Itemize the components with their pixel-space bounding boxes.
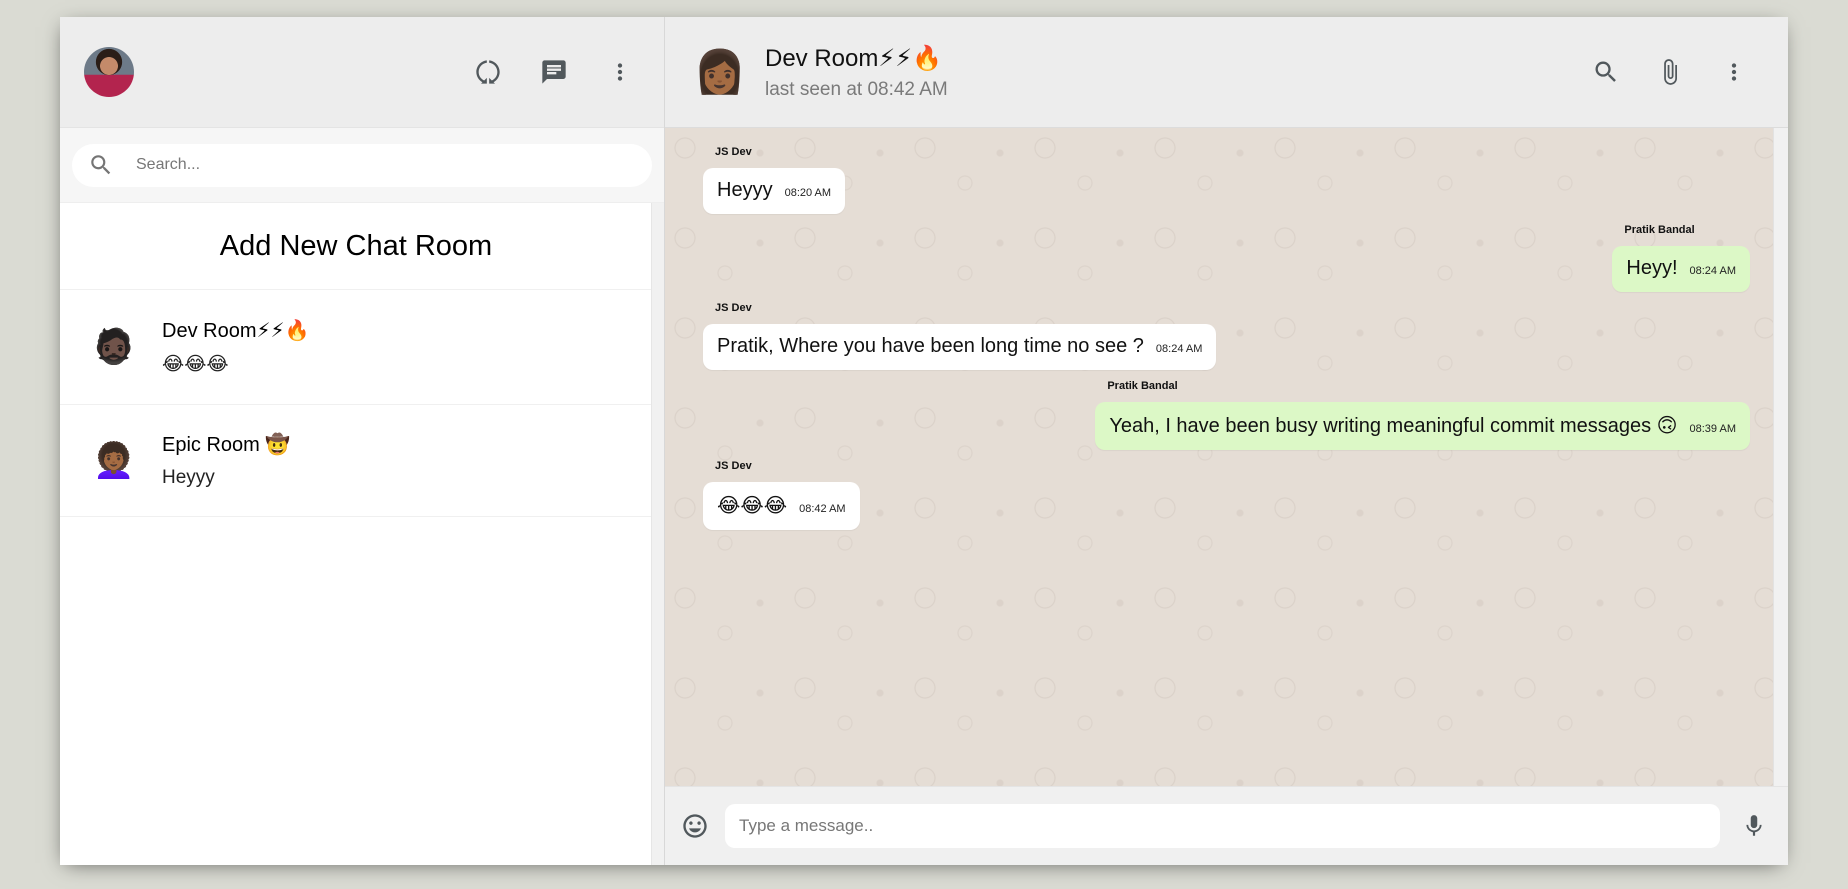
message-text: Yeah, I have been busy writing meaningfu… bbox=[1109, 415, 1678, 437]
user-avatar[interactable] bbox=[84, 47, 134, 97]
chat-panel: 👩🏾 Dev Room⚡⚡🔥 last seen at 08:42 AM JS … bbox=[665, 17, 1788, 865]
message-text: Heyy! bbox=[1626, 257, 1678, 279]
message-text: Heyyy bbox=[717, 179, 773, 201]
chat-name: Dev Room⚡⚡🔥 bbox=[162, 320, 310, 342]
chat-last-message: 😂😂😂 bbox=[162, 354, 229, 375]
message-input-container bbox=[725, 804, 1720, 848]
chat-list: Add New Chat Room 🧔🏿 Dev Room⚡⚡🔥 😂😂😂 👩🏾‍… bbox=[60, 203, 664, 865]
message-time: 08:24 AM bbox=[1689, 265, 1736, 277]
emoji-icon[interactable] bbox=[681, 812, 709, 840]
chat-footer bbox=[665, 786, 1788, 865]
mic-icon[interactable] bbox=[1740, 812, 1768, 840]
room-avatar[interactable]: 👩🏾 bbox=[694, 47, 746, 97]
message-time: 08:39 AM bbox=[1689, 423, 1736, 435]
message-time: 08:20 AM bbox=[784, 187, 832, 199]
chat-last-message: Heyyy bbox=[162, 467, 215, 488]
chat-info: Epic Room 🤠 Heyyy bbox=[162, 432, 290, 489]
more-vert-icon[interactable] bbox=[606, 58, 634, 86]
search-icon[interactable] bbox=[1592, 58, 1620, 86]
message-sent: Pratik Bandal Yeah, I have been busy wri… bbox=[1095, 380, 1750, 450]
message-text: 😂😂😂 bbox=[717, 495, 788, 517]
attach-icon[interactable] bbox=[1656, 58, 1684, 86]
room-info: Dev Room⚡⚡🔥 last seen at 08:42 AM bbox=[765, 44, 1592, 101]
message-text: Pratik, Where you have been long time no… bbox=[717, 335, 1144, 357]
chat-body[interactable]: JS Dev Heyyy 08:20 AM Pratik Bandal Heyy… bbox=[665, 128, 1788, 786]
chat-item-dev-room[interactable]: 🧔🏿 Dev Room⚡⚡🔥 😂😂😂 bbox=[60, 290, 664, 405]
app-window: Add New Chat Room 🧔🏿 Dev Room⚡⚡🔥 😂😂😂 👩🏾‍… bbox=[60, 17, 1788, 865]
message-sent: Pratik Bandal Heyy! 08:24 AM bbox=[1612, 224, 1750, 292]
message-time: 08:24 AM bbox=[1155, 343, 1203, 355]
chat-info: Dev Room⚡⚡🔥 😂😂😂 bbox=[162, 318, 309, 376]
search-bar bbox=[60, 128, 664, 203]
search-container bbox=[72, 143, 652, 187]
avatar: 👩🏾‍🦱 bbox=[92, 441, 136, 480]
chat-item-epic-room[interactable]: 👩🏾‍🦱 Epic Room 🤠 Heyyy bbox=[60, 405, 664, 517]
avatar: 🧔🏿 bbox=[92, 328, 136, 366]
new-chat-icon[interactable] bbox=[540, 58, 568, 86]
message-sender: JS Dev bbox=[715, 460, 752, 472]
message-input[interactable] bbox=[737, 815, 1708, 837]
last-seen: last seen at 08:42 AM bbox=[765, 78, 948, 100]
search-input[interactable] bbox=[134, 155, 636, 175]
message-received: JS Dev Heyyy 08:20 AM bbox=[703, 146, 846, 214]
message-sender: JS Dev bbox=[715, 302, 752, 314]
message-sender: Pratik Bandal bbox=[1624, 224, 1695, 236]
sidebar: Add New Chat Room 🧔🏿 Dev Room⚡⚡🔥 😂😂😂 👩🏾‍… bbox=[60, 17, 665, 865]
message-time: 08:42 AM bbox=[799, 503, 846, 515]
message-received: JS Dev Pratik, Where you have been long … bbox=[703, 302, 1217, 370]
room-name: Dev Room⚡⚡🔥 bbox=[765, 44, 942, 72]
chat-header-icons bbox=[1592, 58, 1748, 86]
message-list: JS Dev Heyyy 08:20 AM Pratik Bandal Heyy… bbox=[703, 142, 1750, 536]
sidebar-header bbox=[60, 17, 664, 128]
add-new-chat-room-button[interactable]: Add New Chat Room bbox=[60, 203, 664, 290]
search-icon bbox=[91, 155, 111, 175]
status-icon[interactable] bbox=[474, 58, 502, 86]
message-sender: JS Dev bbox=[715, 146, 752, 158]
chat-header: 👩🏾 Dev Room⚡⚡🔥 last seen at 08:42 AM bbox=[665, 17, 1788, 128]
sidebar-header-icons bbox=[474, 58, 634, 86]
chat-name: Epic Room 🤠 bbox=[162, 434, 291, 456]
message-sender: Pratik Bandal bbox=[1107, 380, 1178, 392]
add-room-label: Add New Chat Room bbox=[219, 229, 493, 262]
message-received: JS Dev 😂😂😂 08:42 AM bbox=[703, 460, 860, 530]
more-vert-icon[interactable] bbox=[1720, 58, 1748, 86]
